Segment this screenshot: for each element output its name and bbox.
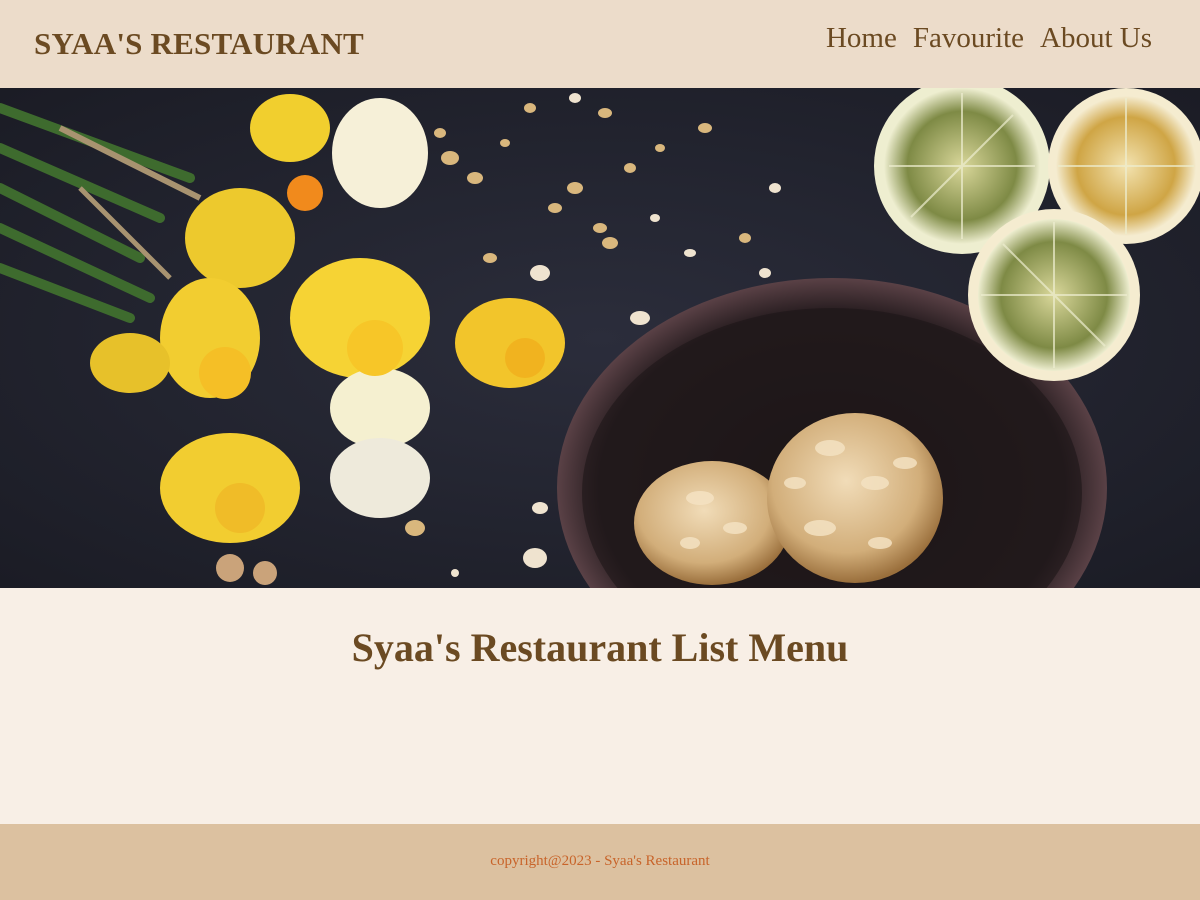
navbar: SYAA'S RESTAURANT Home Favourite About U…: [0, 0, 1200, 88]
copyright-text: copyright@2023 - Syaa's Restaurant: [490, 853, 710, 869]
food-photo-image: [0, 88, 1200, 588]
nav-about-us-link[interactable]: About Us: [1040, 22, 1152, 55]
page-title: Syaa's Restaurant List Menu: [351, 625, 849, 670]
brand-logo-text[interactable]: SYAA'S RESTAURANT: [34, 26, 364, 62]
main-content: Syaa's Restaurant List Menu: [0, 588, 1200, 824]
nav-links: Home Favourite About Us: [826, 22, 1152, 55]
nav-home-link[interactable]: Home: [826, 22, 897, 55]
hero-banner-image: [0, 88, 1200, 588]
nav-favourite-link[interactable]: Favourite: [913, 22, 1024, 55]
footer: copyright@2023 - Syaa's Restaurant: [0, 824, 1200, 900]
